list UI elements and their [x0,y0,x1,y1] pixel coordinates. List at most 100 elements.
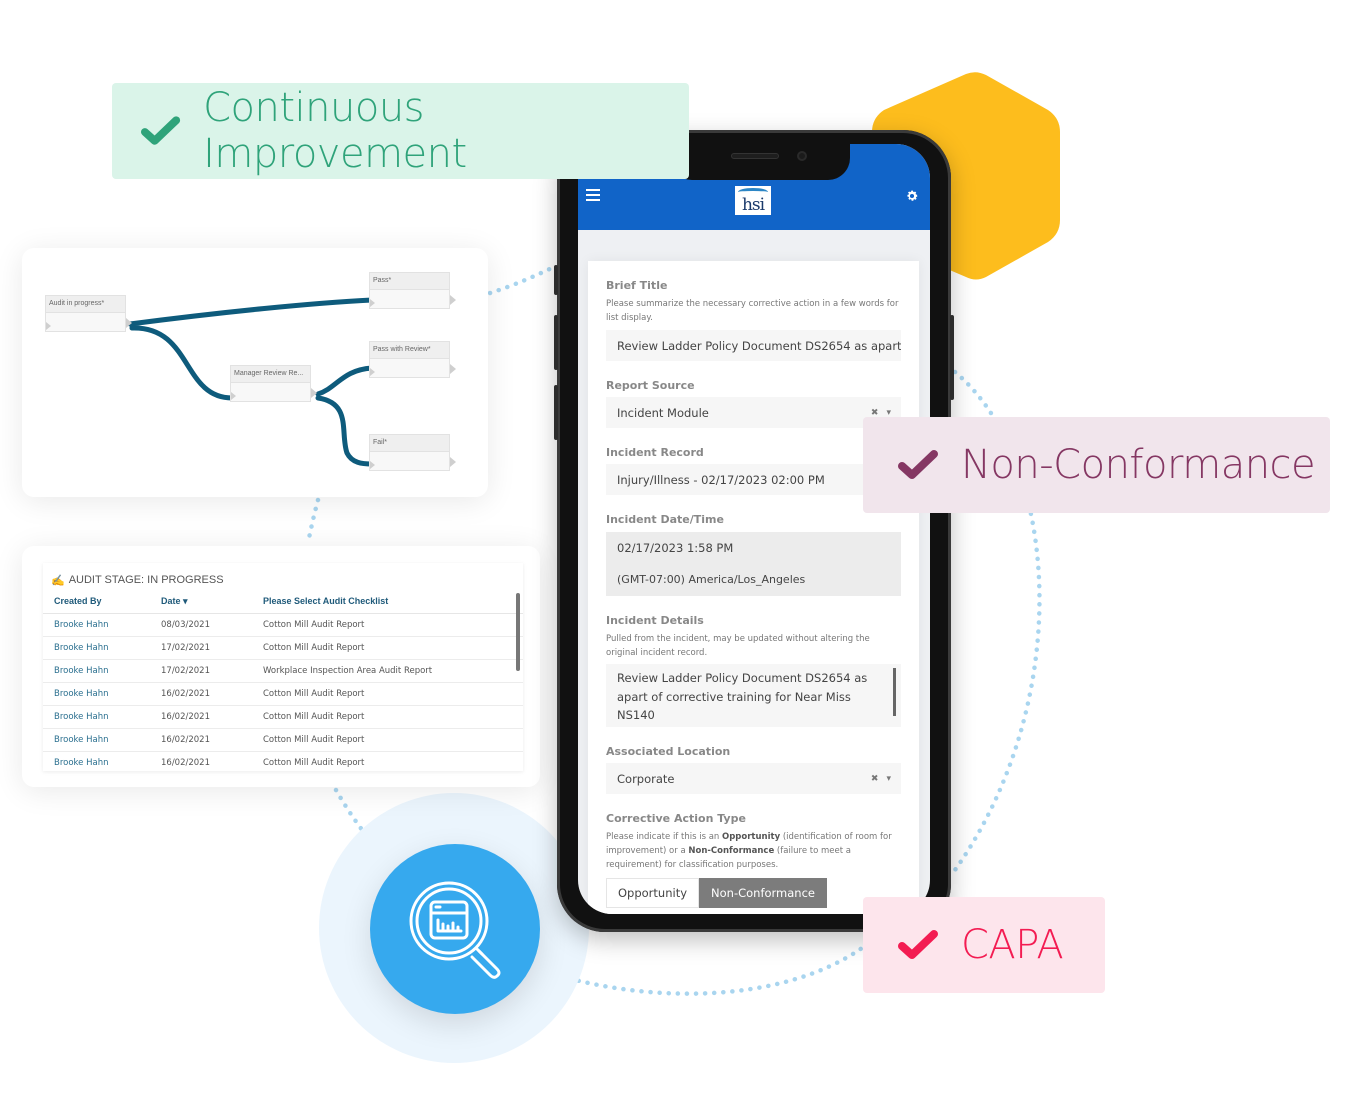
incident-timezone: (GMT-07:00) America/Los_Angeles [617,573,806,586]
workflow-node-audit-in-progress[interactable]: Audit in progress* [45,295,132,332]
textarea-scrollbar[interactable] [893,668,896,716]
audit-table-row[interactable]: Brooke Hahn 16/02/2021 Cotton Mill Audit R… [43,728,523,752]
audit-stage-panel: ✍ AUDIT STAGE: IN PROGRESS Created By Da… [43,563,523,771]
badge-label: Continuous Improvement [203,85,467,177]
check-icon [898,930,938,959]
clear-icon[interactable]: ✖ [871,774,879,784]
audit-table-header: Created By Date ▾ Please Select Audit Ch… [43,590,523,614]
audit-table-scrollbar[interactable] [516,593,520,671]
checklist-cell: Cotton Mill Audit Report [263,636,523,660]
date-cell: 17/02/2021 [161,636,263,660]
audit-table-row[interactable]: Brooke Hahn 08/03/2021 Cotton Mill Audit R… [43,613,523,637]
workflow-diagram-card: Audit in progress* Pass* Manager Review … [22,248,488,497]
dotted-connector-left-1 [305,497,321,546]
output-port-icon [126,318,132,328]
created-by-cell[interactable]: Brooke Hahn [43,636,161,660]
audit-stage-title: ✍ AUDIT STAGE: IN PROGRESS [43,563,523,590]
created-by-cell[interactable]: Brooke Hahn [43,613,161,637]
created-by-cell[interactable]: Brooke Hahn [43,728,161,752]
analytics-search-icon [409,881,501,979]
opportunity-option[interactable]: Opportunity [606,878,700,908]
brief-title-value: Review Ladder Policy Document DS2654 as … [617,338,901,353]
checklist-cell: Cotton Mill Audit Report [263,751,523,771]
incident-datetime-label: Incident Date/Time [606,513,724,526]
report-source-label: Report Source [606,379,695,392]
incident-record-field[interactable]: Injury/Illness - 02/17/2023 02:00 PM [606,464,901,495]
non-conformance-badge: Non-Conformance [863,417,1330,513]
check-icon [140,116,181,145]
audit-table-row[interactable]: Brooke Hahn 16/02/2021 Cotton Mill Audit R… [43,705,523,729]
created-by-cell[interactable]: Brooke Hahn [43,705,161,729]
date-cell: 17/02/2021 [161,659,263,683]
corrective-action-type-label: Corrective Action Type [606,812,746,825]
output-port-icon [450,295,456,305]
associated-location-label: Associated Location [606,745,731,758]
input-port-icon [231,392,236,400]
audit-table: Created By Date ▾ Please Select Audit Ch… [43,590,523,771]
column-header-created-by[interactable]: Created By [43,590,161,614]
associated-location-value: Corporate [617,771,675,786]
checklist-cell: Cotton Mill Audit Report [263,705,523,729]
created-by-cell[interactable]: Brooke Hahn [43,659,161,683]
capa-badge: CAPA [863,897,1105,993]
brief-title-help: Please summarize the necessary correctiv… [606,299,899,323]
incident-datetime-value: 02/17/2023 1:58 PM [617,541,734,555]
incident-datetime-field: 02/17/2023 1:58 PM (GMT-07:00) America/L… [606,532,901,596]
input-port-icon [370,368,375,376]
audit-table-row[interactable]: Brooke Hahn 16/02/2021 Cotton Mill Audit R… [43,751,523,771]
workflow-node-pass[interactable]: Pass* [369,272,456,309]
incident-details-value: Review Ladder Policy Document DS2654 as … [617,671,868,722]
column-header-date[interactable]: Date ▾ [161,590,263,614]
workflow-node-pass-with-review[interactable]: Pass with Review* [369,341,456,378]
report-source-select[interactable]: Incident Module ✖ ▾ [606,397,901,428]
workflow-node-label: Pass* [370,273,449,290]
audit-table-row[interactable]: Brooke Hahn 16/02/2021 Cotton Mill Audit R… [43,682,523,706]
audit-stage-card: ✍ AUDIT STAGE: IN PROGRESS Created By Da… [22,546,540,787]
workflow-node-label: Pass with Review* [370,342,449,359]
brief-title-input[interactable]: Review Ladder Policy Document DS2654 as … [606,330,901,361]
brief-title-label: Brief Title [606,279,668,292]
output-port-icon [450,457,456,467]
writing-hand-icon: ✍ [51,574,65,587]
non-conformance-option[interactable]: Non-Conformance [699,878,827,908]
continuous-improvement-badge: Continuous Improvement [112,83,689,179]
clear-icon[interactable]: ✖ [871,408,879,418]
output-port-icon [450,364,456,374]
logo-swoosh-icon [738,188,768,196]
phone-side-button [554,385,558,440]
audit-table-row[interactable]: Brooke Hahn 17/02/2021 Workplace Inspectio… [43,659,523,683]
date-cell: 16/02/2021 [161,705,263,729]
gear-icon[interactable] [905,189,919,203]
hsi-logo: hsi [735,186,771,215]
menu-icon[interactable] [586,189,600,201]
badge-label: CAPA [961,922,1064,968]
created-by-cell[interactable]: Brooke Hahn [43,682,161,706]
report-source-value: Incident Module [617,405,709,420]
date-cell: 16/02/2021 [161,728,263,752]
date-cell: 08/03/2021 [161,613,263,637]
phone-side-button [950,315,954,400]
corrective-action-type-help: Please indicate if this is an Opportunit… [606,832,892,870]
chevron-down-icon[interactable]: ▾ [886,408,891,418]
workflow-node-label: Audit in progress* [46,296,125,313]
created-by-cell[interactable]: Brooke Hahn [43,751,161,771]
audit-table-row[interactable]: Brooke Hahn 17/02/2021 Cotton Mill Audit R… [43,636,523,660]
column-header-audit-checklist[interactable]: Please Select Audit Checklist [263,590,523,614]
phone-screen: hsi Brief Title Please summarize the nec… [578,144,930,914]
phone-side-button [554,315,558,370]
chevron-down-icon[interactable]: ▾ [886,774,891,784]
associated-location-select[interactable]: Corporate ✖ ▾ [606,763,901,794]
incident-details-textarea[interactable]: Review Ladder Policy Document DS2654 as … [606,664,901,727]
speaker-grille [731,153,779,159]
checklist-cell: Workplace Inspection Area Audit Report [263,659,523,683]
input-port-icon [46,322,51,330]
corrective-action-type-toggle: Opportunity Non-Conformance [606,878,901,908]
front-camera [797,151,807,161]
corrective-action-form: Brief Title Please summarize the necessa… [588,261,919,914]
checklist-cell: Cotton Mill Audit Report [263,613,523,637]
incident-record-label: Incident Record [606,446,704,459]
date-cell: 16/02/2021 [161,682,263,706]
incident-details-label: Incident Details [606,614,704,627]
workflow-node-manager-review[interactable]: Manager Review Re... [230,365,317,402]
workflow-node-fail[interactable]: Fail* [369,434,456,471]
